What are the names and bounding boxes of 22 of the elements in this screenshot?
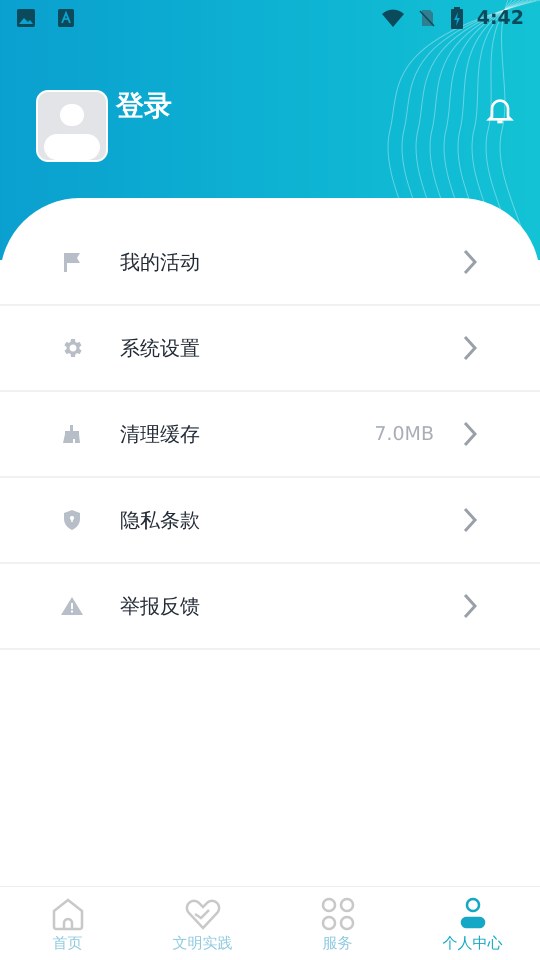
grid-icon xyxy=(320,896,356,932)
cache-size: 7.0MB xyxy=(374,422,434,447)
battery-charging-icon xyxy=(448,6,465,30)
image-icon xyxy=(16,8,36,28)
menu-label: 清理缓存 xyxy=(120,421,201,448)
menu-label: 举报反馈 xyxy=(120,593,201,620)
keyboard-a-icon xyxy=(56,8,76,28)
avatar[interactable] xyxy=(36,90,108,162)
menu-item[interactable]: 清理缓存 7.0MB xyxy=(0,392,540,478)
menu-item[interactable]: 系统设置 xyxy=(0,306,540,392)
menu-item[interactable]: 举报反馈 xyxy=(0,564,540,650)
chevron-right-icon xyxy=(462,248,478,276)
chevron-right-icon xyxy=(462,334,478,362)
menu-item[interactable]: 我的活动 xyxy=(0,220,540,306)
chevron-right-icon xyxy=(462,506,478,534)
chevron-right-icon xyxy=(462,420,478,448)
menu-label: 隐私条款 xyxy=(120,507,201,534)
menu-label: 我的活动 xyxy=(120,249,201,276)
menu-item[interactable]: 隐私条款 xyxy=(0,478,540,564)
menu-label: 系统设置 xyxy=(120,335,201,362)
no-sim-icon xyxy=(416,8,437,28)
chevron-right-icon xyxy=(462,592,478,620)
